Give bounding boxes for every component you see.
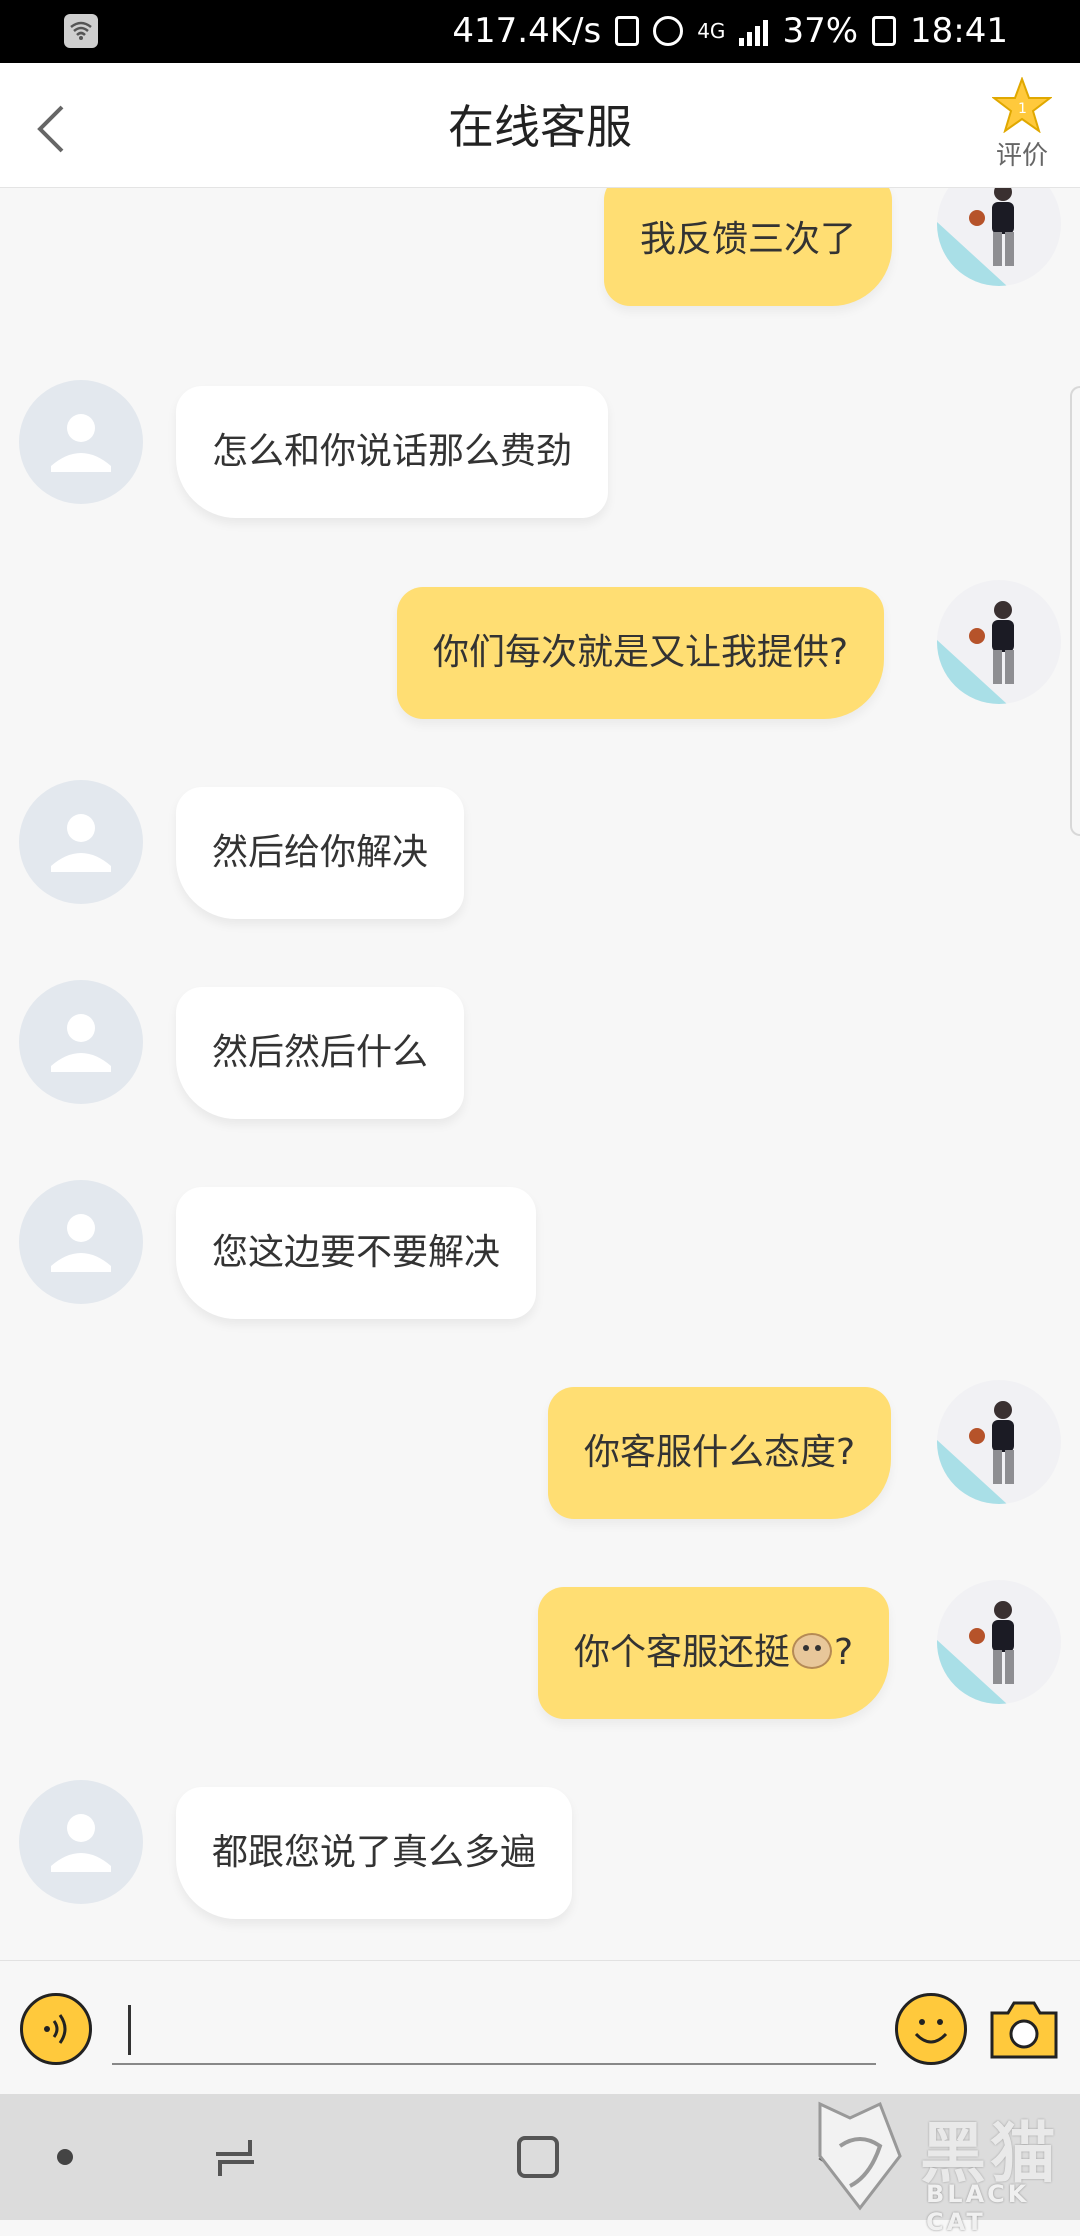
network-speed: 417.4K/s (452, 11, 602, 51)
person-placeholder-icon (51, 1814, 111, 1872)
message-bubble[interactable]: 然后然后什么 (176, 987, 465, 1119)
user-avatar[interactable] (937, 1380, 1061, 1504)
storage-icon (615, 16, 640, 46)
title-bar: 在线客服 1 评价 (0, 63, 1080, 188)
alarm-icon (653, 16, 684, 46)
user-avatar[interactable] (937, 1580, 1061, 1704)
message-bubble[interactable]: 都跟您说了真么多遍 (176, 1787, 573, 1919)
chat-list[interactable]: 我反馈三次了 怎么和你说话那么费劲 你们每次就是又让我提供? 然后给你解决 然后… (0, 188, 1080, 1960)
text-cursor (128, 2005, 131, 2055)
svg-text:1: 1 (1018, 101, 1027, 117)
message-bubble[interactable]: 我反馈三次了 (604, 188, 893, 306)
rate-button[interactable]: 1 评价 (982, 76, 1062, 172)
battery-percent: 37% (782, 11, 859, 51)
rate-label: 评价 (995, 141, 1048, 171)
wifi-icon (64, 14, 98, 48)
signal-icon (739, 16, 769, 46)
scroll-indicator[interactable] (1070, 386, 1080, 836)
agent-avatar (19, 380, 143, 504)
camera-icon (990, 2001, 1058, 2059)
smiley-icon (914, 2019, 948, 2044)
voice-icon (44, 2014, 67, 2044)
battery-icon (872, 16, 897, 46)
black-cat-logo-icon (818, 2101, 902, 2211)
person-placeholder-icon (51, 1014, 111, 1072)
user-photo-icon (937, 1401, 1014, 1504)
star-icon: 1 (991, 76, 1053, 134)
message-text: 你个客服还挺 (574, 1632, 791, 1673)
agent-avatar (19, 980, 143, 1104)
watermark: 黑猫 BLACK CAT (810, 2094, 1080, 2236)
agent-avatar (19, 780, 143, 904)
system-nav-bar: 黑猫 BLACK CAT (0, 2094, 1080, 2236)
message-input[interactable] (112, 1991, 876, 2065)
recent-apps-icon[interactable] (210, 2132, 260, 2182)
message-bubble[interactable]: 您这边要不要解决 (176, 1187, 537, 1319)
person-placeholder-icon (51, 814, 111, 872)
status-bar: 417.4K/s 4G 37% 18:41 (0, 0, 1080, 63)
agent-avatar (19, 1180, 143, 1304)
network-type: 4G (697, 19, 726, 43)
user-photo-icon (937, 601, 1014, 704)
person-placeholder-icon (51, 1214, 111, 1272)
message-bubble[interactable]: 然后给你解决 (176, 787, 465, 919)
person-placeholder-icon (51, 414, 111, 472)
message-text: ? (834, 1632, 854, 1673)
message-composer (0, 1960, 1080, 2095)
message-bubble[interactable]: 你们每次就是又让我提供? (397, 587, 885, 719)
clock: 18:41 (910, 11, 1008, 51)
user-photo-icon (937, 188, 1014, 286)
message-bubble[interactable]: 你客服什么态度? (548, 1387, 892, 1519)
user-avatar[interactable] (937, 188, 1061, 286)
watermark-brand-en: BLACK CAT (926, 2180, 1030, 2236)
cow-emoji-icon (792, 1633, 833, 1669)
user-avatar[interactable] (937, 580, 1061, 704)
home-icon[interactable] (515, 2134, 561, 2180)
camera-button[interactable] (988, 1995, 1060, 2063)
agent-avatar (19, 1780, 143, 1904)
voice-input-button[interactable] (20, 1993, 92, 2065)
page-title: 在线客服 (448, 100, 632, 154)
message-bubble[interactable]: 你个客服还挺? (538, 1587, 890, 1719)
emoji-button[interactable] (895, 1993, 967, 2065)
message-bubble[interactable]: 怎么和你说话那么费劲 (176, 386, 609, 518)
nav-dot-icon[interactable] (57, 2149, 73, 2165)
user-photo-icon (937, 1601, 1014, 1704)
